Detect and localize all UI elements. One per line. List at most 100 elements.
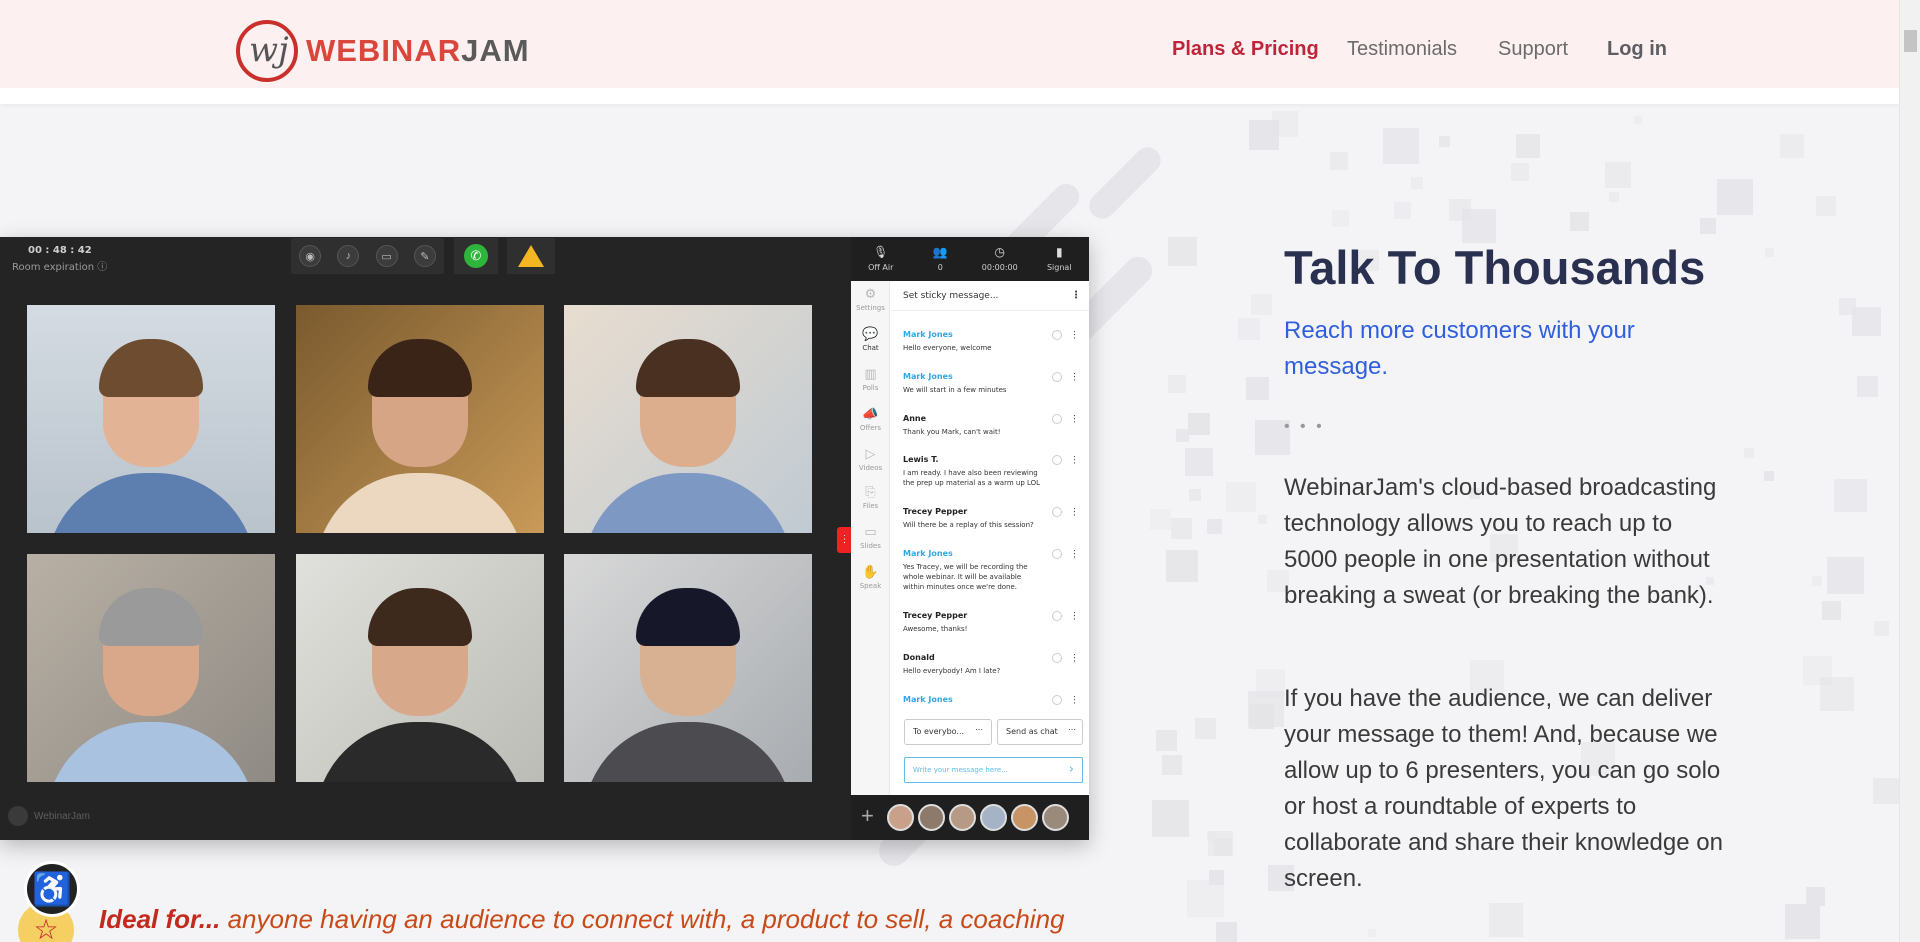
background-square xyxy=(1605,161,1632,188)
nav-support[interactable]: Support xyxy=(1498,38,1568,61)
background-square xyxy=(1511,162,1530,181)
stat-attendees[interactable]: 👥 0 xyxy=(911,237,971,281)
background-square xyxy=(1821,601,1841,621)
background-square xyxy=(1162,754,1183,775)
background-square xyxy=(1803,655,1833,685)
clock-icon: ◷ xyxy=(994,245,1005,259)
pen-icon[interactable]: ✎ xyxy=(413,245,436,267)
rail-chat[interactable]: 💬 Chat xyxy=(851,327,890,352)
send-mode-select[interactable]: Send as chat ⋯ xyxy=(997,719,1083,745)
section-title: Talk To Thousands xyxy=(1284,241,1706,294)
background-square xyxy=(1152,800,1190,838)
background-square xyxy=(1779,133,1804,158)
rail-slides[interactable]: ▭ Slides xyxy=(851,525,890,550)
background-square xyxy=(1811,576,1822,587)
background-square xyxy=(1256,668,1286,698)
panel-toggle-handle[interactable]: ⋮ xyxy=(837,527,852,553)
rail-videos[interactable]: ▷ Videos xyxy=(851,447,890,472)
message-controls[interactable]: ⋮ xyxy=(1052,455,1079,466)
chat-message-input[interactable]: Write your message here... › xyxy=(904,757,1083,783)
accessibility-icon[interactable]: ♿ xyxy=(24,861,80,917)
nav-plans-pricing[interactable]: Plans & Pricing xyxy=(1172,38,1319,61)
add-presenter-icon[interactable]: + xyxy=(861,803,874,829)
avatar[interactable] xyxy=(918,804,945,831)
section-subtitle: Reach more customers with your message. xyxy=(1284,317,1635,380)
phone-icon[interactable]: ✆ xyxy=(464,244,488,268)
background-square xyxy=(1410,176,1423,189)
page-scrollbar[interactable] xyxy=(1899,0,1920,942)
presenters-bar: + xyxy=(851,795,1089,840)
chat-message: Anne Thank you Mark, can't wait! ⋮ xyxy=(903,414,1079,436)
recipient-select[interactable]: To everybo... ⋯ xyxy=(904,719,992,745)
rail-polls[interactable]: ▥ Polls xyxy=(851,367,890,392)
presenter-video-5 xyxy=(296,554,544,782)
background-square xyxy=(1250,293,1272,315)
megaphone-icon: 📣 xyxy=(862,407,879,422)
background-square xyxy=(1874,620,1890,636)
avatar[interactable] xyxy=(980,804,1007,831)
chat-message: Mark Jones Yes Tracey, we will be recordi… xyxy=(903,549,1079,591)
hand-icon: ✋ xyxy=(862,565,879,580)
background-square xyxy=(1852,306,1882,336)
mic-icon: 🎙 xyxy=(873,245,889,259)
background-square xyxy=(1393,202,1411,220)
webcam-icon[interactable]: ◉ xyxy=(299,245,322,267)
webinarjam-logo[interactable]: wj WEBINARJAM xyxy=(236,20,530,82)
stat-signal[interactable]: ▮ Signal xyxy=(1030,237,1090,281)
rail-offers[interactable]: 📣 Offers xyxy=(851,407,890,432)
rail-speak[interactable]: ✋ Speak xyxy=(851,565,890,590)
webinar-room-screenshot: 00 : 48 : 42 Room expiration ⓘ ◉ ♪ ▭ ✎ ✆ xyxy=(0,237,1089,840)
avatar[interactable] xyxy=(949,804,976,831)
more-options-icon[interactable]: ⋮ xyxy=(1071,290,1081,301)
more-icon: ⋯ xyxy=(1068,725,1076,734)
presenter-video-4 xyxy=(27,554,275,782)
message-controls[interactable]: ⋮ xyxy=(1052,549,1079,560)
background-square xyxy=(1248,120,1279,151)
background-square xyxy=(1185,448,1214,477)
chat-message: Mark Jones We will start in a few minutes… xyxy=(903,372,1079,394)
message-controls[interactable]: ⋮ xyxy=(1052,330,1079,341)
warning-icon[interactable] xyxy=(518,245,544,267)
message-controls[interactable]: ⋮ xyxy=(1052,507,1079,518)
more-icon: ⋯ xyxy=(975,725,983,734)
background-square xyxy=(1150,509,1172,531)
video-icon: ▷ xyxy=(865,447,876,462)
slides-icon: ▭ xyxy=(864,525,877,540)
header-divider xyxy=(0,88,1899,104)
avatar[interactable] xyxy=(887,804,914,831)
microphone-icon[interactable]: ♪ xyxy=(337,245,360,267)
stat-duration[interactable]: ◷ 00:00:00 xyxy=(970,237,1030,281)
screen-share-icon[interactable]: ▭ xyxy=(375,245,398,267)
panel-nav-rail: ⚙ Settings 💬 Chat ▥ Polls 📣 Offers ▷ Videos ⎘… xyxy=(851,281,890,795)
message-controls[interactable]: ⋮ xyxy=(1052,695,1079,706)
background-square xyxy=(1208,869,1224,885)
send-arrow-icon[interactable]: › xyxy=(1069,762,1074,777)
nav-testimonials[interactable]: Testimonials xyxy=(1347,38,1457,61)
nav-log-in[interactable]: Log in xyxy=(1607,38,1667,61)
background-square xyxy=(1816,195,1837,216)
room-expiration-label: Room expiration ⓘ xyxy=(12,262,108,273)
stat-off-air[interactable]: 🎙 Off Air xyxy=(851,237,911,281)
sticky-message-field[interactable]: Set sticky message... ⋮ xyxy=(891,281,1089,311)
rail-files[interactable]: ⎘ Files xyxy=(851,485,890,510)
message-controls[interactable]: ⋮ xyxy=(1052,414,1079,425)
avatar[interactable] xyxy=(1042,804,1069,831)
rail-settings[interactable]: ⚙ Settings xyxy=(851,287,890,312)
background-square xyxy=(1461,208,1496,243)
background-square xyxy=(1367,928,1376,937)
background-square xyxy=(1226,481,1257,512)
ideal-for-text: Ideal for... anyone having an audience t… xyxy=(99,904,1065,934)
background-square xyxy=(1608,191,1619,202)
background-square xyxy=(1246,376,1270,400)
message-controls[interactable]: ⋮ xyxy=(1052,653,1079,664)
gear-icon: ⚙ xyxy=(864,287,877,302)
scrollbar-thumb[interactable] xyxy=(1904,30,1917,52)
body-paragraph-2: If you have the audience, we can deliver… xyxy=(1284,685,1723,892)
message-controls[interactable]: ⋮ xyxy=(1052,372,1079,383)
presenter-video-3 xyxy=(564,305,812,533)
background-square xyxy=(1785,904,1821,940)
background-square xyxy=(1188,412,1211,435)
avatar[interactable] xyxy=(1011,804,1038,831)
message-controls[interactable]: ⋮ xyxy=(1052,611,1079,622)
background-square xyxy=(1330,151,1349,170)
